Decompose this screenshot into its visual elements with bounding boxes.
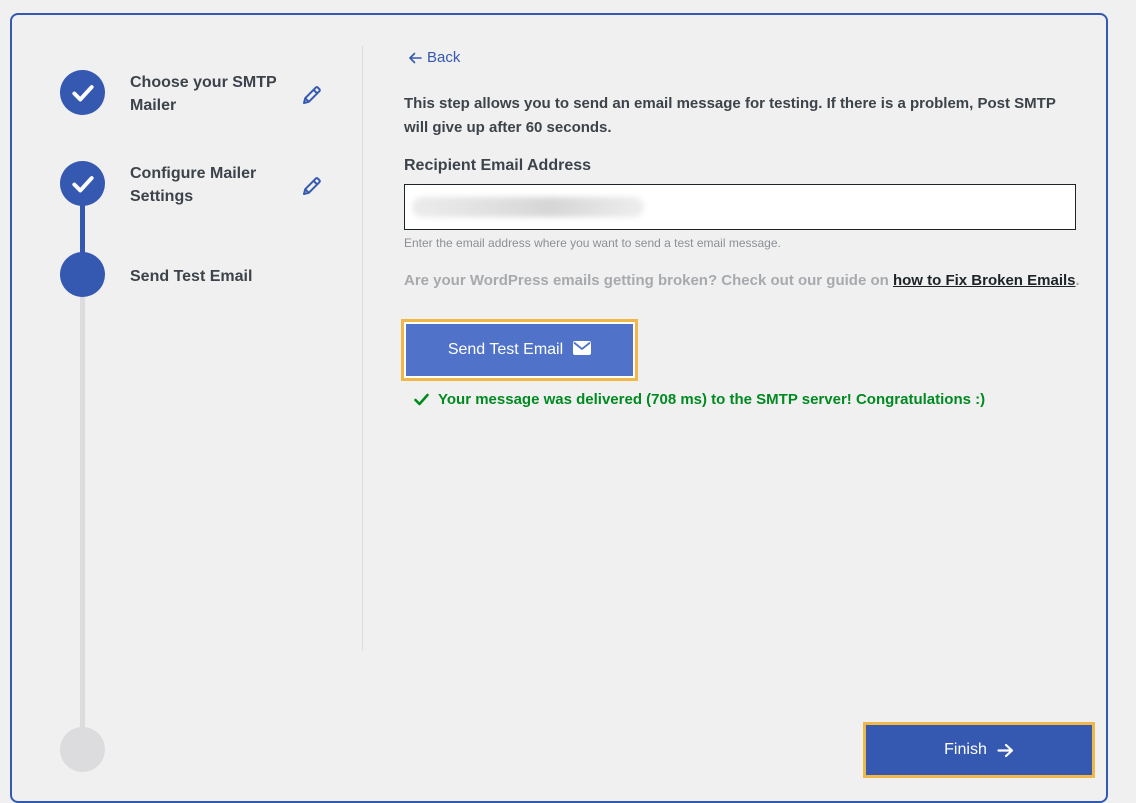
step-1-label: Choose your SMTP Mailer [130, 74, 277, 114]
finish-label: Finish [944, 741, 987, 758]
recipient-email-input[interactable] [404, 184, 1076, 230]
progress-track-pending [80, 290, 85, 740]
pencil-icon[interactable] [300, 174, 324, 198]
arrow-right-icon [997, 743, 1013, 757]
recipient-email-hint: Enter the email address where you want t… [404, 236, 781, 250]
step-3-label: Send Test Email [130, 268, 253, 285]
recipient-email-label: Recipient Email Address [404, 157, 592, 174]
back-link[interactable]: Back [408, 49, 460, 66]
check-icon [71, 175, 94, 192]
step-4-pending-indicator [60, 727, 105, 772]
success-text: Your message was delivered (708 ms) to t… [438, 391, 986, 408]
send-test-email-button[interactable]: Send Test Email [401, 319, 638, 381]
finish-button[interactable]: Finish [863, 722, 1095, 778]
guide-suffix: . [1075, 272, 1080, 289]
pencil-icon[interactable] [300, 83, 324, 107]
guide-text: Are your WordPress emails getting broken… [404, 272, 893, 289]
sidebar-divider [362, 46, 363, 651]
steps-sidebar: Choose your SMTP Mailer Configure Mailer… [0, 0, 362, 800]
step-2-label: Configure Mailer Settings [130, 165, 257, 205]
step-1-check-icon [60, 70, 105, 115]
broken-emails-guide: Are your WordPress emails getting broken… [404, 272, 1080, 289]
send-test-email-label: Send Test Email [447, 341, 564, 358]
delivery-success-message: Your message was delivered (708 ms) to t… [414, 391, 985, 408]
step-3-current-indicator [60, 252, 105, 297]
step-2-check-icon [60, 161, 105, 206]
step-description: This step allows you to send an email me… [404, 95, 1056, 136]
check-icon [71, 84, 94, 101]
fix-broken-emails-link[interactable]: how to Fix Broken Emails [893, 272, 1076, 289]
arrow-left-icon [409, 52, 422, 63]
check-icon [414, 393, 429, 406]
envelope-icon [573, 341, 592, 355]
back-label: Back [427, 49, 461, 66]
